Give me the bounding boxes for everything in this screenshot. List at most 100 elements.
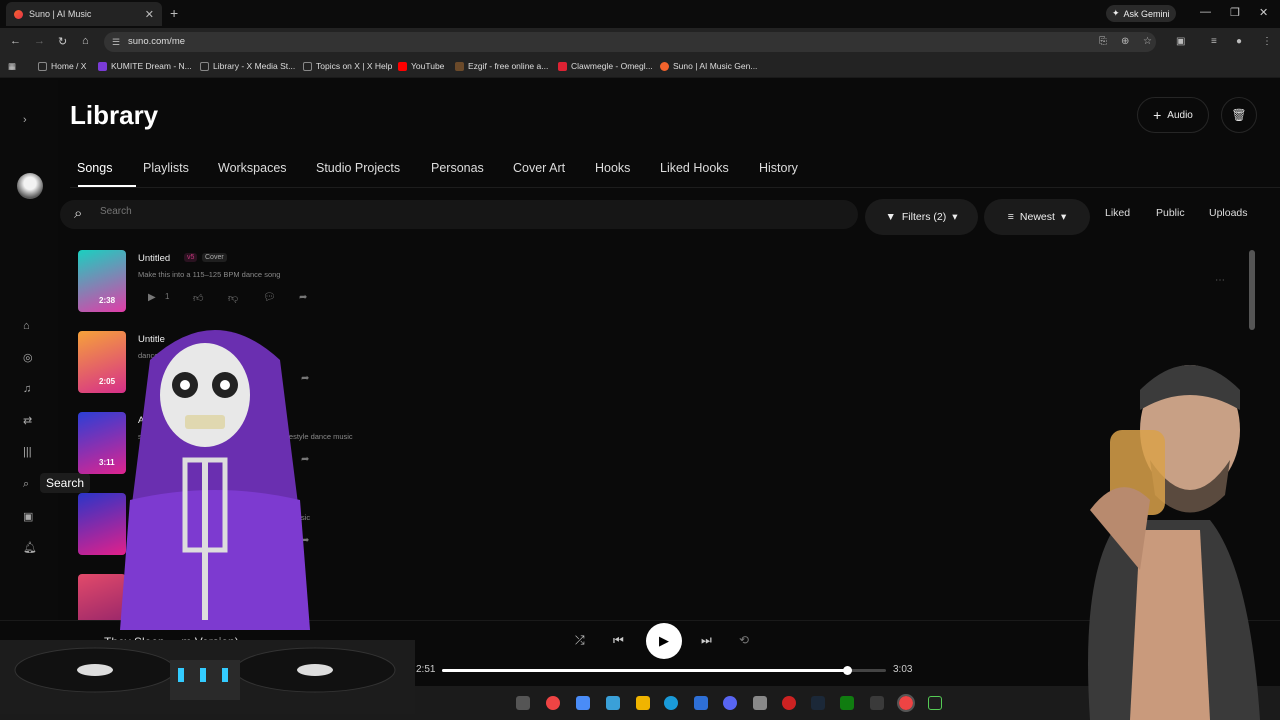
browser-menu-icon[interactable]: ⋮ — [1262, 36, 1272, 47]
dislike-icon[interactable]: 👎︎ — [228, 292, 238, 304]
previous-icon[interactable]: ⏮ — [613, 633, 624, 648]
version-badge: v5 — [184, 253, 198, 262]
bookmark-item[interactable]: Suno | AI Music Gen... — [660, 61, 757, 71]
home-icon[interactable]: ⌂ — [82, 35, 89, 47]
bookmark-item[interactable]: KUMITE Dream - N... — [98, 61, 192, 71]
add-audio-button[interactable]: + Audio — [1137, 97, 1209, 133]
x-logo-icon — [200, 61, 209, 71]
tab-workspaces[interactable]: Workspaces — [218, 161, 287, 175]
bookmark-item[interactable]: YouTube — [398, 61, 444, 71]
bookmark-item[interactable]: Topics on X | X Help — [303, 61, 392, 71]
play-button[interactable]: ▶ — [646, 623, 682, 659]
filter-public[interactable]: Public — [1156, 207, 1185, 219]
progress-knob[interactable] — [843, 666, 852, 675]
trash-button[interactable]: 🗑︎ — [1221, 97, 1257, 133]
close-tab-icon[interactable]: ✕ — [145, 8, 154, 21]
tab-hooks[interactable]: Hooks — [595, 161, 630, 175]
shuffle-icon[interactable]: ⤮ — [575, 633, 585, 648]
like-icon[interactable]: 👍︎ — [193, 292, 203, 304]
bookmark-item[interactable]: Ezgif - free online a... — [455, 61, 548, 71]
explorer-icon[interactable] — [636, 696, 650, 710]
comment-icon[interactable]: 💬︎ — [263, 292, 276, 303]
expand-rail-icon[interactable]: › — [23, 114, 27, 126]
tab-personas[interactable]: Personas — [431, 161, 484, 175]
share-icon[interactable]: ➦ — [299, 292, 307, 303]
tab-history[interactable]: History — [759, 161, 798, 175]
next-icon[interactable]: ⏭ — [701, 633, 712, 648]
apps-grid-icon[interactable]: ▦ — [8, 61, 16, 72]
profile-icon[interactable]: ● — [1236, 36, 1242, 47]
tab-liked-hooks[interactable]: Liked Hooks — [660, 161, 729, 175]
chrome-active-icon[interactable] — [897, 694, 915, 712]
photos-icon[interactable] — [606, 696, 620, 710]
xbox-icon[interactable] — [840, 696, 854, 710]
sort-button[interactable]: ≡ Newest ▾ — [984, 199, 1090, 235]
search-box: ⌕ — [60, 200, 858, 229]
close-window-icon[interactable]: ✕ — [1259, 6, 1268, 19]
explore-icon[interactable]: ◎ — [23, 351, 33, 364]
create-icon[interactable]: ♫ — [23, 383, 31, 395]
ask-gemini-button[interactable]: ✦ Ask Gemini — [1106, 5, 1176, 22]
trash-icon: 🗑︎ — [1231, 108, 1247, 122]
chevron-down-icon: ▾ — [952, 211, 958, 223]
library-icon[interactable]: ||| — [23, 446, 32, 458]
more-options-icon[interactable]: ⋯ — [1215, 275, 1225, 286]
url-text: suno.com/me — [128, 36, 186, 47]
filters-button[interactable]: ▼ Filters (2) ▾ — [865, 199, 978, 235]
avatar[interactable] — [17, 173, 43, 199]
hooks-icon[interactable]: ▣ — [23, 510, 33, 523]
repeat-icon[interactable]: ⟲ — [739, 633, 749, 647]
snipping-icon[interactable] — [753, 696, 767, 710]
forward-icon[interactable]: → — [34, 35, 45, 47]
tab-studio-projects[interactable]: Studio Projects — [316, 161, 400, 175]
restore-icon[interactable]: ❐ — [1230, 6, 1240, 19]
obs-icon[interactable] — [782, 696, 796, 710]
notepad-icon[interactable] — [694, 696, 708, 710]
media-control-icon[interactable]: ≡ — [1211, 36, 1217, 47]
app-icon[interactable] — [870, 696, 884, 710]
progress-track[interactable] — [442, 666, 886, 675]
song-cover-art[interactable]: 2:38 — [78, 250, 126, 312]
turntables-graphic — [0, 640, 415, 714]
back-icon[interactable]: ← — [10, 35, 21, 47]
discord-icon[interactable] — [723, 696, 737, 710]
install-app-icon[interactable]: ⎘ — [1099, 36, 1107, 47]
site-info-icon[interactable]: ☰ — [112, 32, 120, 52]
sidepanel-icon[interactable]: ▣ — [1176, 36, 1185, 47]
home-icon[interactable]: ⌂ — [23, 320, 30, 332]
notifications-icon[interactable]: 🔔︎ — [23, 541, 37, 554]
list-scrollbar[interactable] — [1249, 250, 1255, 330]
bookmark-star-icon[interactable]: ☆ — [1143, 36, 1152, 47]
steam-icon[interactable] — [811, 696, 825, 710]
reload-icon[interactable]: ↻ — [58, 35, 67, 48]
new-tab-icon[interactable]: + — [170, 5, 178, 21]
tab-songs[interactable]: Songs — [77, 161, 112, 175]
address-bar[interactable]: ☰ suno.com/me — [104, 32, 1156, 52]
zoom-icon[interactable]: ⊕ — [1121, 36, 1129, 47]
edge-icon[interactable] — [664, 696, 678, 710]
filter-uploads[interactable]: Uploads — [1209, 207, 1248, 219]
search-icon[interactable]: ⌕ — [23, 478, 29, 491]
bookmark-label: Home / X — [51, 61, 87, 71]
search-icon: ⌕ — [74, 205, 83, 222]
copilot-icon[interactable] — [576, 696, 590, 710]
terminal-icon[interactable] — [928, 696, 942, 710]
song-duration: 2:38 — [99, 296, 116, 305]
minimize-icon[interactable]: — — [1200, 6, 1211, 18]
tab-playlists[interactable]: Playlists — [143, 161, 189, 175]
tab-cover-art[interactable]: Cover Art — [513, 161, 565, 175]
play-count-icon[interactable]: ▶ — [148, 292, 156, 303]
song-row[interactable]: 2:38 Untitled v5 Cover Make this into a 115–… — [78, 250, 1238, 314]
chrome-icon[interactable] — [546, 696, 560, 710]
song-title[interactable]: Untitled — [138, 253, 170, 264]
search-input[interactable] — [100, 206, 800, 217]
bookmark-item[interactable]: Library - X Media St... — [200, 61, 295, 71]
ask-gemini-label: Ask Gemini — [1123, 8, 1170, 19]
filter-liked[interactable]: Liked — [1105, 207, 1130, 219]
browser-tab[interactable]: Suno | AI Music ✕ — [6, 2, 162, 26]
browser-tab-strip: Suno | AI Music ✕ + ✦ Ask Gemini — ❐ ✕ — [0, 0, 1280, 28]
studio-icon[interactable]: ⇄ — [23, 414, 32, 427]
bookmark-item[interactable]: Home / X — [38, 61, 86, 71]
bookmark-item[interactable]: Clawmegle - Omegl... — [558, 61, 653, 71]
taskview-icon[interactable] — [516, 696, 530, 710]
